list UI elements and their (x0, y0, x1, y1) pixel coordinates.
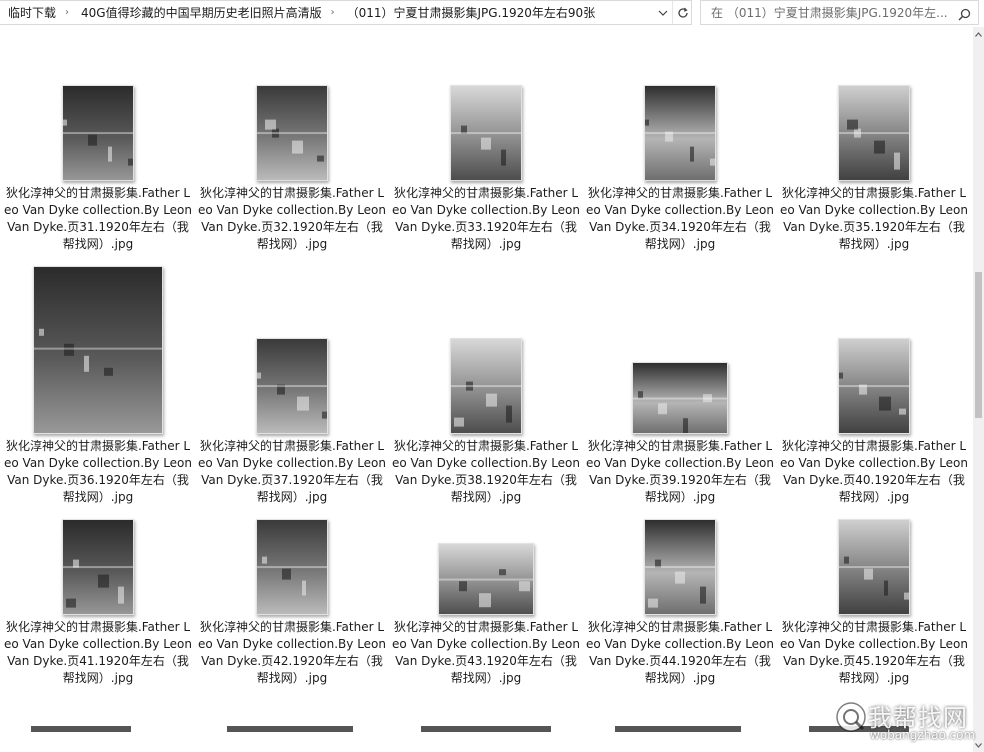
file-item[interactable]: 狄化淳神父的甘肃摄影集.Father Leo Van Dyke collecti… (195, 518, 389, 687)
file-item[interactable]: 狄化淳神父的甘肃摄影集.Father Leo Van Dyke collecti… (389, 518, 583, 687)
photo-thumbnail[interactable] (838, 85, 910, 181)
file-name: 狄化淳神父的甘肃摄影集.Father Leo Van Dyke collecti… (586, 186, 774, 251)
file-name: 狄化淳神父的甘肃摄影集.Father Leo Van Dyke collecti… (198, 439, 386, 504)
search-icon[interactable] (958, 6, 971, 25)
file-name: 狄化淳神父的甘肃摄影集.Father Leo Van Dyke collecti… (780, 439, 968, 504)
watermark-url: wobangzhao.com (870, 728, 976, 742)
thumbnail-frame[interactable] (583, 82, 777, 181)
scrollbar-thumb[interactable] (975, 272, 982, 418)
toolbar: 临时下载 › 40G值得珍藏的中国早期历史老旧照片高清版 › （011）宁夏甘肃… (0, 0, 984, 27)
file-name: 狄化淳神父的甘肃摄影集.Father Leo Van Dyke collecti… (198, 620, 386, 685)
photo-thumbnail[interactable] (33, 266, 163, 434)
thumbnail-peek[interactable] (31, 726, 131, 732)
thumbnail-frame[interactable] (389, 518, 583, 615)
thumbnail-frame[interactable] (195, 82, 389, 181)
file-grid: 狄化淳神父的甘肃摄影集.Father Leo Van Dyke collecti… (0, 27, 973, 752)
file-item[interactable]: 狄化淳神父的甘肃摄影集.Father Leo Van Dyke collecti… (777, 82, 971, 253)
chevron-right-icon[interactable]: › (327, 7, 339, 18)
thumbnail-frame[interactable] (1, 264, 195, 434)
photo-thumbnail[interactable] (256, 85, 328, 181)
file-name: 狄化淳神父的甘肃摄影集.Father Leo Van Dyke collecti… (4, 186, 192, 251)
file-item[interactable]: 狄化淳神父的甘肃摄影集.Father Leo Van Dyke collecti… (1, 518, 195, 687)
arrow-up-icon[interactable] (973, 27, 984, 41)
file-item[interactable]: 狄化淳神父的甘肃摄影集.Father Leo Van Dyke collecti… (777, 518, 971, 687)
thumbnail-frame[interactable] (777, 264, 971, 434)
file-name: 狄化淳神父的甘肃摄影集.Father Leo Van Dyke collecti… (4, 620, 192, 685)
thumbnail-frame[interactable] (583, 264, 777, 434)
file-item[interactable]: 狄化淳神父的甘肃摄影集.Father Leo Van Dyke collecti… (583, 82, 777, 253)
file-name: 狄化淳神父的甘肃摄影集.Father Leo Van Dyke collecti… (392, 620, 580, 685)
address-bar[interactable]: 临时下载 › 40G值得珍藏的中国早期历史老旧照片高清版 › （011）宁夏甘肃… (0, 0, 692, 25)
thumbnail-frame[interactable] (1, 82, 195, 181)
file-item[interactable]: 狄化淳神父的甘肃摄影集.Father Leo Van Dyke collecti… (583, 518, 777, 687)
thumbnail-frame[interactable] (195, 264, 389, 434)
thumbnail-peek[interactable] (421, 726, 551, 732)
breadcrumb-item[interactable]: （011）宁夏甘肃摄影集JPG.1920年左右90张 (339, 4, 601, 21)
file-item[interactable]: 狄化淳神父的甘肃摄影集.Father Leo Van Dyke collecti… (389, 82, 583, 253)
thumbnail-frame[interactable] (389, 264, 583, 434)
file-name: 狄化淳神父的甘肃摄影集.Father Leo Van Dyke collecti… (586, 620, 774, 685)
thumbnail-frame[interactable] (389, 82, 583, 181)
photo-thumbnail[interactable] (838, 519, 910, 615)
file-item[interactable]: 狄化淳神父的甘肃摄影集.Father Leo Van Dyke collecti… (1, 82, 195, 253)
photo-thumbnail[interactable] (450, 85, 522, 181)
file-item[interactable]: 狄化淳神父的甘肃摄影集.Father Leo Van Dyke collecti… (195, 82, 389, 253)
file-item[interactable]: 狄化淳神父的甘肃摄影集.Father Leo Van Dyke collecti… (389, 264, 583, 506)
file-name: 狄化淳神父的甘肃摄影集.Father Leo Van Dyke collecti… (586, 439, 774, 504)
file-item[interactable]: 狄化淳神父的甘肃摄影集.Father Leo Van Dyke collecti… (195, 264, 389, 506)
breadcrumb-item[interactable]: 40G值得珍藏的中国早期历史老旧照片高清版 (73, 4, 327, 21)
vertical-scrollbar[interactable] (973, 27, 984, 752)
file-item[interactable]: 狄化淳神父的甘肃摄影集.Father Leo Van Dyke collecti… (1, 264, 195, 506)
thumbnail-peek[interactable] (227, 726, 353, 732)
photo-thumbnail[interactable] (256, 519, 328, 615)
thumbnail-peek[interactable] (615, 726, 741, 732)
thumbnail-frame[interactable] (777, 518, 971, 615)
photo-thumbnail[interactable] (838, 338, 910, 434)
chevron-down-icon[interactable] (654, 1, 672, 24)
chevron-right-icon[interactable]: › (61, 7, 73, 18)
breadcrumb-item[interactable]: 临时下载 (0, 4, 61, 21)
thumbnail-frame[interactable] (583, 518, 777, 615)
thumbnail-frame[interactable] (777, 82, 971, 181)
file-name: 狄化淳神父的甘肃摄影集.Father Leo Van Dyke collecti… (780, 186, 968, 251)
file-name: 狄化淳神父的甘肃摄影集.Father Leo Van Dyke collecti… (780, 620, 968, 685)
file-name: 狄化淳神父的甘肃摄影集.Father Leo Van Dyke collecti… (392, 439, 580, 504)
search-box[interactable] (700, 0, 979, 25)
photo-thumbnail[interactable] (450, 338, 522, 434)
photo-thumbnail[interactable] (644, 85, 716, 181)
watermark: 我帮找网 wobangzhao.com (832, 692, 980, 750)
refresh-icon[interactable] (672, 1, 691, 24)
photo-thumbnail[interactable] (632, 362, 728, 434)
photo-thumbnail[interactable] (62, 85, 134, 181)
photo-thumbnail[interactable] (438, 543, 534, 615)
photo-thumbnail[interactable] (62, 519, 134, 615)
thumbnail-frame[interactable] (1, 518, 195, 615)
watermark-logo-icon (836, 702, 866, 732)
file-item[interactable]: 狄化淳神父的甘肃摄影集.Father Leo Van Dyke collecti… (777, 264, 971, 506)
photo-thumbnail[interactable] (644, 519, 716, 615)
photo-thumbnail[interactable] (256, 338, 328, 434)
file-item[interactable]: 狄化淳神父的甘肃摄影集.Father Leo Van Dyke collecti… (583, 264, 777, 506)
thumbnail-frame[interactable] (195, 518, 389, 615)
search-input[interactable] (709, 4, 953, 21)
file-name: 狄化淳神父的甘肃摄影集.Father Leo Van Dyke collecti… (392, 186, 580, 251)
file-name: 狄化淳神父的甘肃摄影集.Father Leo Van Dyke collecti… (4, 439, 192, 504)
file-name: 狄化淳神父的甘肃摄影集.Father Leo Van Dyke collecti… (198, 186, 386, 251)
